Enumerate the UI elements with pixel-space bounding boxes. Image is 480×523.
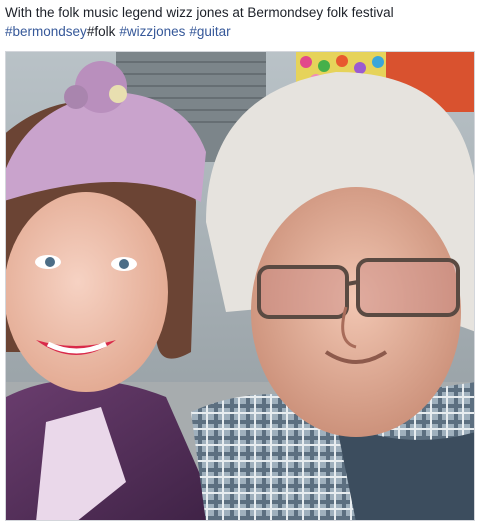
man [191,72,474,520]
selfie-image [6,52,474,520]
facebook-post: With the folk music legend wizz jones at… [0,0,480,523]
hashtag-folk: #folk [86,24,116,39]
hashtag-bermondsey[interactable]: #bermondsey [5,24,87,39]
post-caption: With the folk music legend wizz jones at… [5,3,475,41]
woman-face [6,192,168,392]
glasses [257,258,460,319]
woman [6,61,221,520]
post-photo[interactable] [5,51,475,521]
hashtag-guitar[interactable]: #guitar [189,24,230,39]
hashtag-list: #bermondsey#folk #wizzjones #guitar [5,24,231,39]
caption-text: With the folk music legend wizz jones at… [5,5,394,20]
hashtag-wizzjones[interactable]: #wizzjones [119,24,185,39]
